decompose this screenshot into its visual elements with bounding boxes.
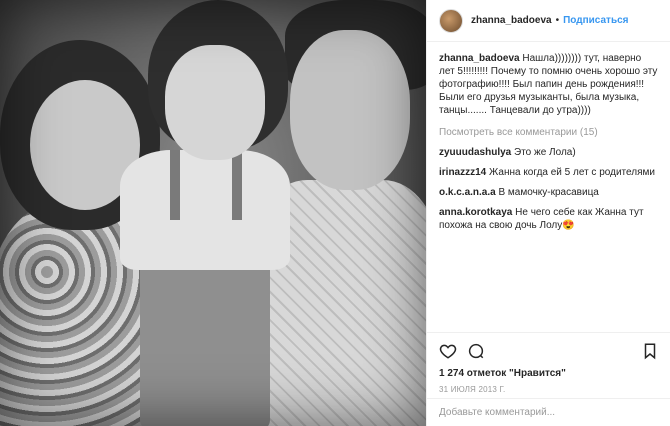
add-comment-field[interactable]: Добавьте комментарий... — [427, 398, 670, 426]
post-caption: zhanna_badoeva Нашла)))))))) тут, наверн… — [439, 52, 658, 117]
heart-icon[interactable] — [439, 342, 457, 360]
header-separator: • — [555, 15, 560, 26]
comment-text: Это же Лола) — [514, 147, 576, 158]
action-icons — [439, 341, 659, 361]
comment-text: Жанна когда ей 5 лет с родителями — [489, 167, 655, 178]
post-sidebar: zhanna_badoeva • Подписаться zhanna_bado… — [426, 0, 670, 426]
follow-button[interactable]: Подписаться — [563, 15, 628, 26]
comment-item: anna.korotkaya Не чего себе как Жанна ту… — [439, 206, 658, 232]
comment-icon[interactable] — [467, 342, 485, 360]
avatar[interactable] — [439, 8, 463, 33]
post-actions: 1 274 отметок "Нравится" 31 ИЮЛЯ 2013 Г. — [427, 332, 670, 394]
header-username[interactable]: zhanna_badoeva — [471, 15, 552, 26]
post-date: 31 ИЮЛЯ 2013 Г. — [439, 385, 506, 394]
post-photo[interactable] — [0, 0, 426, 426]
bookmark-icon[interactable] — [641, 342, 659, 360]
photo-vignette — [0, 0, 426, 426]
comment-user[interactable]: irinazzz14 — [439, 167, 486, 178]
comment-text: В мамочку-красавица — [498, 187, 599, 198]
comment-user[interactable]: anna.korotkaya — [439, 207, 512, 218]
comment-user[interactable]: zyuuudashulya — [439, 147, 511, 158]
comment-item: zyuuudashulya Это же Лола) — [439, 146, 658, 159]
comment-item: o.k.c.a.n.a.a В мамочку-красавица — [439, 186, 658, 199]
view-all-comments-link[interactable]: Посмотреть все комментарии (15) — [439, 127, 658, 138]
caption-author[interactable]: zhanna_badoeva — [439, 53, 520, 64]
likes-count[interactable]: 1 274 отметок "Нравится" — [439, 368, 659, 379]
comment-item: irinazzz14 Жанна когда ей 5 лет с родите… — [439, 166, 658, 179]
instagram-post: zhanna_badoeva • Подписаться zhanna_bado… — [0, 0, 670, 426]
comments-section: zhanna_badoeva Нашла)))))))) тут, наверн… — [427, 42, 670, 330]
comment-user[interactable]: o.k.c.a.n.a.a — [439, 187, 496, 198]
add-comment-placeholder: Добавьте комментарий... — [439, 407, 556, 418]
post-header: zhanna_badoeva • Подписаться — [427, 0, 670, 42]
